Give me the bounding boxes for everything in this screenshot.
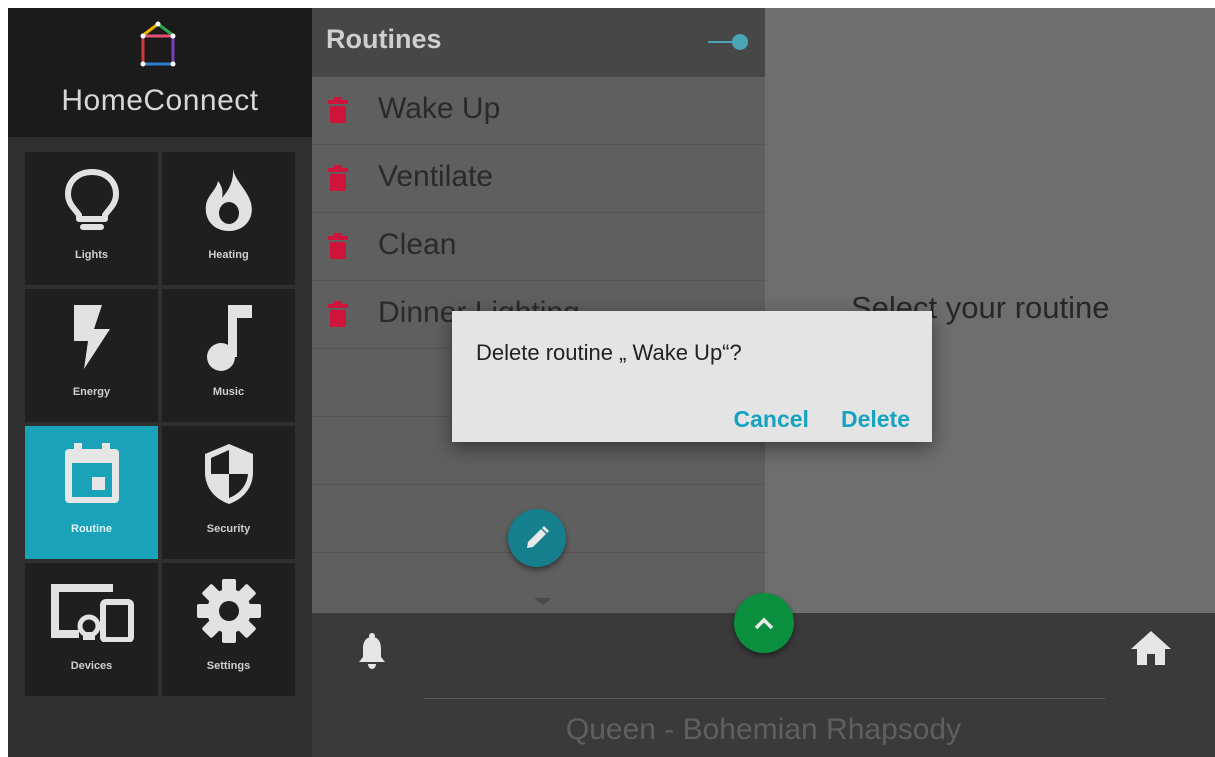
calendar-icon — [64, 442, 119, 503]
expand-player-button[interactable] — [734, 593, 794, 653]
tile-label: Heating — [208, 249, 249, 261]
music-note-icon — [206, 304, 252, 371]
tile-music[interactable]: Music — [162, 289, 295, 422]
scroll-down-caret-icon[interactable] — [534, 598, 552, 605]
chevron-up-icon — [754, 617, 774, 630]
tile-label: Energy — [72, 386, 111, 398]
bell-icon[interactable] — [358, 633, 386, 669]
cancel-button[interactable]: Cancel — [734, 406, 809, 433]
home-logo-icon — [140, 21, 176, 67]
sidebar: HomeConnect Lights Heating Energy Music … — [8, 8, 312, 757]
tile-security[interactable]: Security — [162, 426, 295, 559]
trash-icon[interactable] — [328, 301, 348, 327]
routine-label: Ventilate — [378, 160, 494, 193]
edit-routine-button[interactable] — [508, 509, 566, 567]
routine-row[interactable]: Wake Up — [312, 77, 765, 145]
dialog-actions: Cancel Delete — [734, 406, 910, 433]
brand-header: HomeConnect — [8, 8, 312, 137]
routine-row[interactable]: Clean — [312, 213, 765, 281]
tile-devices[interactable]: Devices — [25, 563, 158, 696]
routine-row[interactable]: Ventilate — [312, 145, 765, 213]
panel-header: Routines — [312, 8, 765, 77]
tile-label: Settings — [206, 660, 251, 672]
tile-label: Music — [212, 386, 245, 398]
tile-label: Lights — [75, 249, 108, 261]
tile-label: Devices — [70, 660, 113, 672]
delete-button[interactable]: Delete — [841, 406, 910, 433]
delete-confirm-dialog: Delete routine „ Wake Up“? Cancel Delete — [452, 311, 932, 442]
now-playing-track[interactable]: Queen - Bohemian Rhapsody — [312, 713, 1215, 747]
tile-label: Security — [206, 523, 251, 535]
routines-toggle[interactable] — [708, 34, 748, 50]
devices-icon — [50, 583, 134, 642]
trash-icon[interactable] — [328, 233, 348, 259]
tile-energy[interactable]: Energy — [25, 289, 158, 422]
trash-icon[interactable] — [328, 165, 348, 191]
routine-label: Clean — [378, 228, 457, 261]
trash-icon[interactable] — [328, 97, 348, 123]
tile-label: Routine — [71, 523, 112, 535]
gear-icon — [196, 578, 261, 643]
dialog-message: Delete routine „ Wake Up“? — [476, 340, 742, 365]
player-divider — [424, 698, 1105, 699]
tile-routine[interactable]: Routine — [25, 426, 158, 559]
pencil-icon — [527, 526, 549, 548]
app-frame: HomeConnect Lights Heating Energy Music … — [8, 8, 1215, 757]
flame-icon — [205, 168, 252, 231]
tile-heating[interactable]: Heating — [162, 152, 295, 285]
tile-settings[interactable]: Settings — [162, 563, 295, 696]
panel-title: Routines — [326, 24, 442, 54]
shield-icon — [204, 443, 253, 504]
app-name: HomeConnect — [61, 84, 259, 117]
bolt-icon — [73, 304, 110, 369]
routine-label: Wake Up — [378, 92, 501, 125]
tile-lights[interactable]: Lights — [25, 152, 158, 285]
home-icon[interactable] — [1131, 631, 1171, 665]
category-tiles: Lights Heating Energy Music Routine Secu… — [25, 152, 295, 696]
bulb-icon — [64, 168, 119, 230]
